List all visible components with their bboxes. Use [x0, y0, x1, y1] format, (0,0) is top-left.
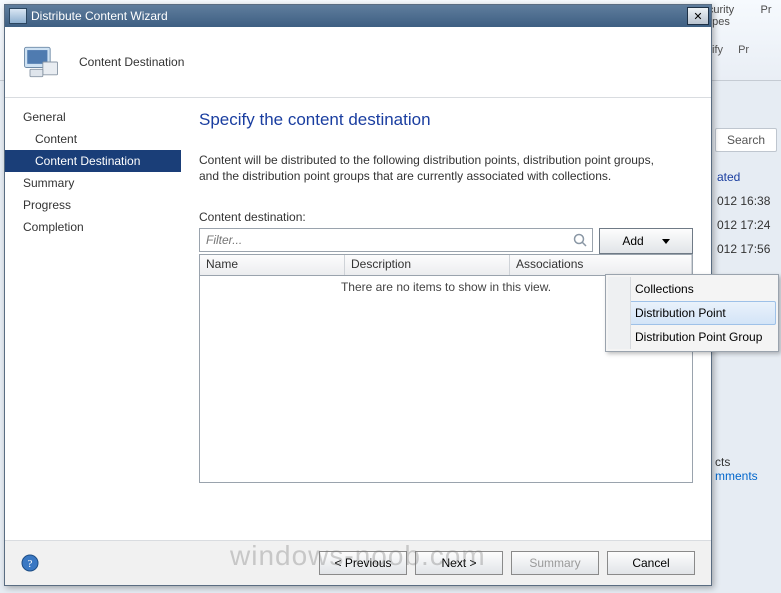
menu-gutter — [608, 277, 631, 349]
nav-summary[interactable]: Summary — [5, 172, 181, 194]
window-title: Distribute Content Wizard — [31, 9, 168, 23]
summary-button: Summary — [511, 551, 599, 575]
add-button[interactable]: Add — [599, 228, 693, 254]
col-associations[interactable]: Associations — [510, 255, 692, 275]
help-icon[interactable]: ? — [21, 554, 39, 572]
filter-input[interactable] — [204, 232, 572, 248]
background-related-links: cts mments — [715, 455, 775, 491]
menu-distribution-point[interactable]: Distribution Point — [608, 301, 776, 325]
wizard-header: Content Destination — [5, 27, 711, 98]
cancel-button[interactable]: Cancel — [607, 551, 695, 575]
nav-completion[interactable]: Completion — [5, 216, 181, 238]
nav-progress[interactable]: Progress — [5, 194, 181, 216]
svg-text:?: ? — [28, 558, 33, 570]
col-description[interactable]: Description — [345, 255, 510, 275]
page-description: Content will be distributed to the follo… — [199, 152, 659, 184]
empty-message: There are no items to show in this view. — [341, 280, 551, 294]
titlebar: Distribute Content Wizard ✕ — [5, 5, 711, 27]
background-link[interactable]: mments — [715, 469, 775, 491]
close-icon: ✕ — [693, 10, 702, 23]
wizard-icon — [9, 8, 27, 24]
header-text: Content Destination — [79, 55, 184, 69]
wizard-footer: ? < Previous Next > Summary Cancel — [5, 540, 711, 585]
next-button[interactable]: Next > — [415, 551, 503, 575]
page-title: Specify the content destination — [199, 110, 693, 130]
nav-content[interactable]: Content — [5, 128, 181, 150]
menu-collections[interactable]: Collections — [608, 277, 776, 301]
wizard-nav: General Content Content Destination Summ… — [5, 98, 181, 540]
menu-distribution-point-group[interactable]: Distribution Point Group — [608, 325, 776, 349]
filter-box[interactable] — [199, 228, 593, 252]
background-list: ated 012 16:38 012 17:24 012 17:56 — [717, 165, 777, 261]
search-icon — [572, 232, 588, 248]
close-button[interactable]: ✕ — [687, 7, 709, 25]
previous-button[interactable]: < Previous — [319, 551, 407, 575]
add-menu: Collections Distribution Point Distribut… — [605, 274, 779, 352]
col-name[interactable]: Name — [200, 255, 345, 275]
chevron-down-icon — [662, 239, 670, 244]
search-button[interactable]: Search — [715, 128, 777, 152]
nav-content-destination[interactable]: Content Destination — [5, 150, 181, 172]
ribbon-group-properties: Pr — [751, 4, 781, 16]
nav-general[interactable]: General — [5, 106, 181, 128]
list-label: Content destination: — [199, 210, 693, 224]
table-header: Name Description Associations — [199, 254, 693, 276]
computer-icon — [19, 40, 63, 84]
